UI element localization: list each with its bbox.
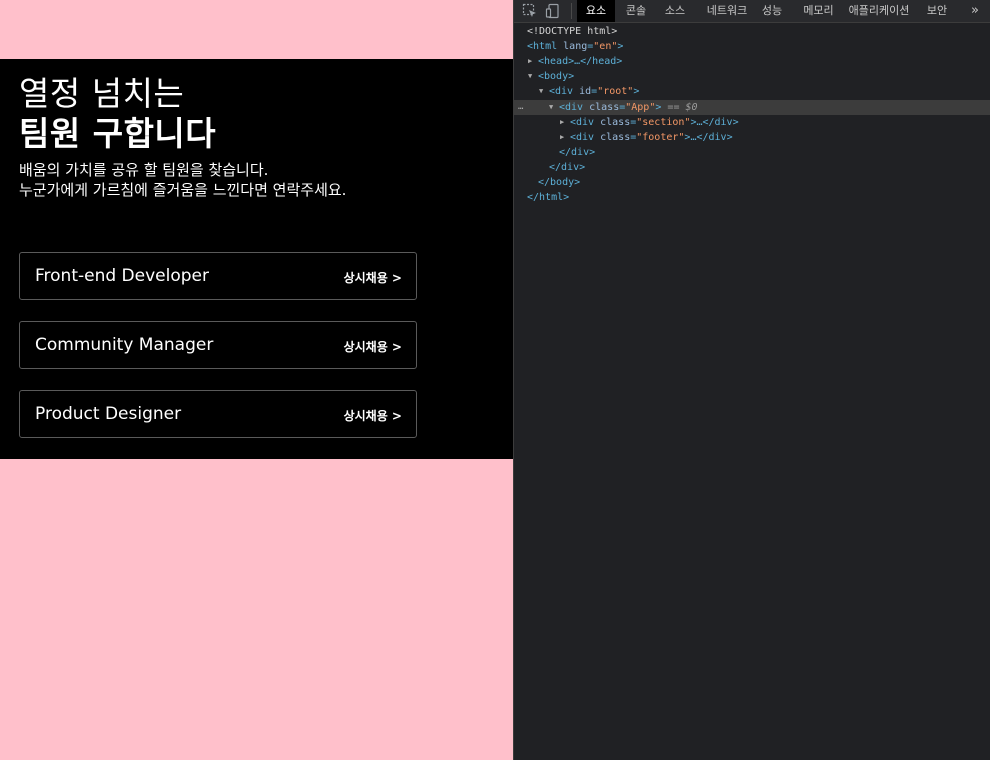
job-title: Product Designer xyxy=(35,404,182,424)
screen: 열정 넘치는 팀원 구합니다 배움의 가치를 공유 할 팀원을 찾습니다. 누군… xyxy=(0,0,990,760)
inspect-element-icon[interactable] xyxy=(522,3,538,19)
job-card-community[interactable]: Community Manager 상시채용 > xyxy=(19,321,417,369)
headline-bold: 팀원 구합니다 xyxy=(19,114,217,153)
collapse-arrow-icon[interactable]: ▼ xyxy=(549,100,559,115)
dom-node-section[interactable]: ▶ <div class="section">…</div> xyxy=(514,115,990,130)
tab-network[interactable]: 네트워크 xyxy=(697,0,757,22)
html-attr: lang xyxy=(563,41,588,52)
tab-application[interactable]: 애플리케이션 xyxy=(846,0,912,22)
div-close-tag: </div> xyxy=(559,147,596,158)
description: 배움의 가치를 공유 할 팀원을 찾습니다. 누군가에게 가르침에 즐거움을 느… xyxy=(19,160,346,200)
div-close-tag: </div> xyxy=(549,162,586,173)
recruit-section: 열정 넘치는 팀원 구합니다 배움의 가치를 공유 할 팀원을 찾습니다. 누군… xyxy=(0,59,513,459)
tab-security[interactable]: 보안 xyxy=(922,0,952,22)
dom-node-doctype[interactable]: <!DOCTYPE html> xyxy=(514,24,990,39)
selected-ref: == $0 xyxy=(667,102,698,113)
app-attr: class xyxy=(589,102,620,113)
dom-node-footer[interactable]: ▶ <div class="footer">…</div> xyxy=(514,130,990,145)
dom-node-body[interactable]: ▼ <body> xyxy=(514,69,990,84)
body-close-tag: </body> xyxy=(538,177,581,188)
tab-console[interactable]: 콘솔 xyxy=(617,0,655,22)
tab-sources[interactable]: 소스 xyxy=(656,0,694,22)
dom-node-root[interactable]: ▼ <div id="root"> xyxy=(514,84,990,99)
collapse-arrow-icon[interactable]: ▼ xyxy=(539,84,549,99)
root-attr: id xyxy=(579,86,592,97)
job-card-frontend[interactable]: Front-end Developer 상시채용 > xyxy=(19,252,417,300)
job-tag[interactable]: 상시채용 > xyxy=(344,269,402,286)
dom-node-body-close[interactable]: </body> xyxy=(514,175,990,190)
job-tag[interactable]: 상시채용 > xyxy=(344,407,402,424)
head-collapsed: <head>…</head> xyxy=(538,56,623,67)
footer-attr-value: "footer" xyxy=(636,132,685,143)
dom-node-html-close[interactable]: </html> xyxy=(514,190,990,205)
double-chevron-right-icon[interactable]: » xyxy=(971,0,979,22)
toolbar-divider xyxy=(571,3,572,19)
collapse-arrow-icon[interactable]: ▼ xyxy=(528,69,538,84)
dom-node-html[interactable]: <html lang="en"> xyxy=(514,39,990,54)
page-viewport: 열정 넘치는 팀원 구합니다 배움의 가치를 공유 할 팀원을 찾습니다. 누군… xyxy=(0,0,513,760)
dom-node-app-close[interactable]: </div> xyxy=(514,145,990,160)
dom-node-root-close[interactable]: </div> xyxy=(514,160,990,175)
job-title: Front-end Developer xyxy=(35,266,209,286)
devtools-toolbar: 요소 콘솔 소스 네트워크 성능 메모리 애플리케이션 보안 » xyxy=(514,0,990,23)
device-toolbar-icon[interactable] xyxy=(545,3,561,19)
body-open-tag: <body> xyxy=(538,71,575,82)
expand-arrow-icon[interactable]: ▶ xyxy=(560,115,570,130)
tab-performance[interactable]: 성능 xyxy=(757,0,787,22)
html-tag-name: html xyxy=(533,41,558,52)
doctype-text: <!DOCTYPE html> xyxy=(527,26,618,37)
tab-memory[interactable]: 메모리 xyxy=(796,0,841,22)
expand-arrow-icon[interactable]: ▶ xyxy=(528,54,538,69)
job-tag[interactable]: 상시채용 > xyxy=(344,338,402,355)
html-close-tag: </html> xyxy=(527,192,570,203)
job-title: Community Manager xyxy=(35,335,214,355)
tab-elements[interactable]: 요소 xyxy=(577,0,615,22)
description-line-1: 배움의 가치를 공유 할 팀원을 찾습니다. xyxy=(19,161,269,179)
devtools-panel: 요소 콘솔 소스 네트워크 성능 메모리 애플리케이션 보안 » <!DOCTY… xyxy=(513,0,990,760)
root-attr-value: "root" xyxy=(597,86,634,97)
more-options-icon[interactable]: … xyxy=(518,100,523,115)
expand-arrow-icon[interactable]: ▶ xyxy=(560,130,570,145)
job-card-designer[interactable]: Product Designer 상시채용 > xyxy=(19,390,417,438)
description-line-2: 누군가에게 가르침에 즐거움을 느낀다면 연락주세요. xyxy=(19,181,347,199)
section-attr-value: "section" xyxy=(636,117,691,128)
dom-node-app-selected[interactable]: … ▼ <div class="App"> == $0 xyxy=(514,100,990,115)
html-attr-value: "en" xyxy=(593,41,618,52)
dom-node-head[interactable]: ▶ <head>…</head> xyxy=(514,54,990,69)
app-attr-value: "App" xyxy=(625,102,656,113)
